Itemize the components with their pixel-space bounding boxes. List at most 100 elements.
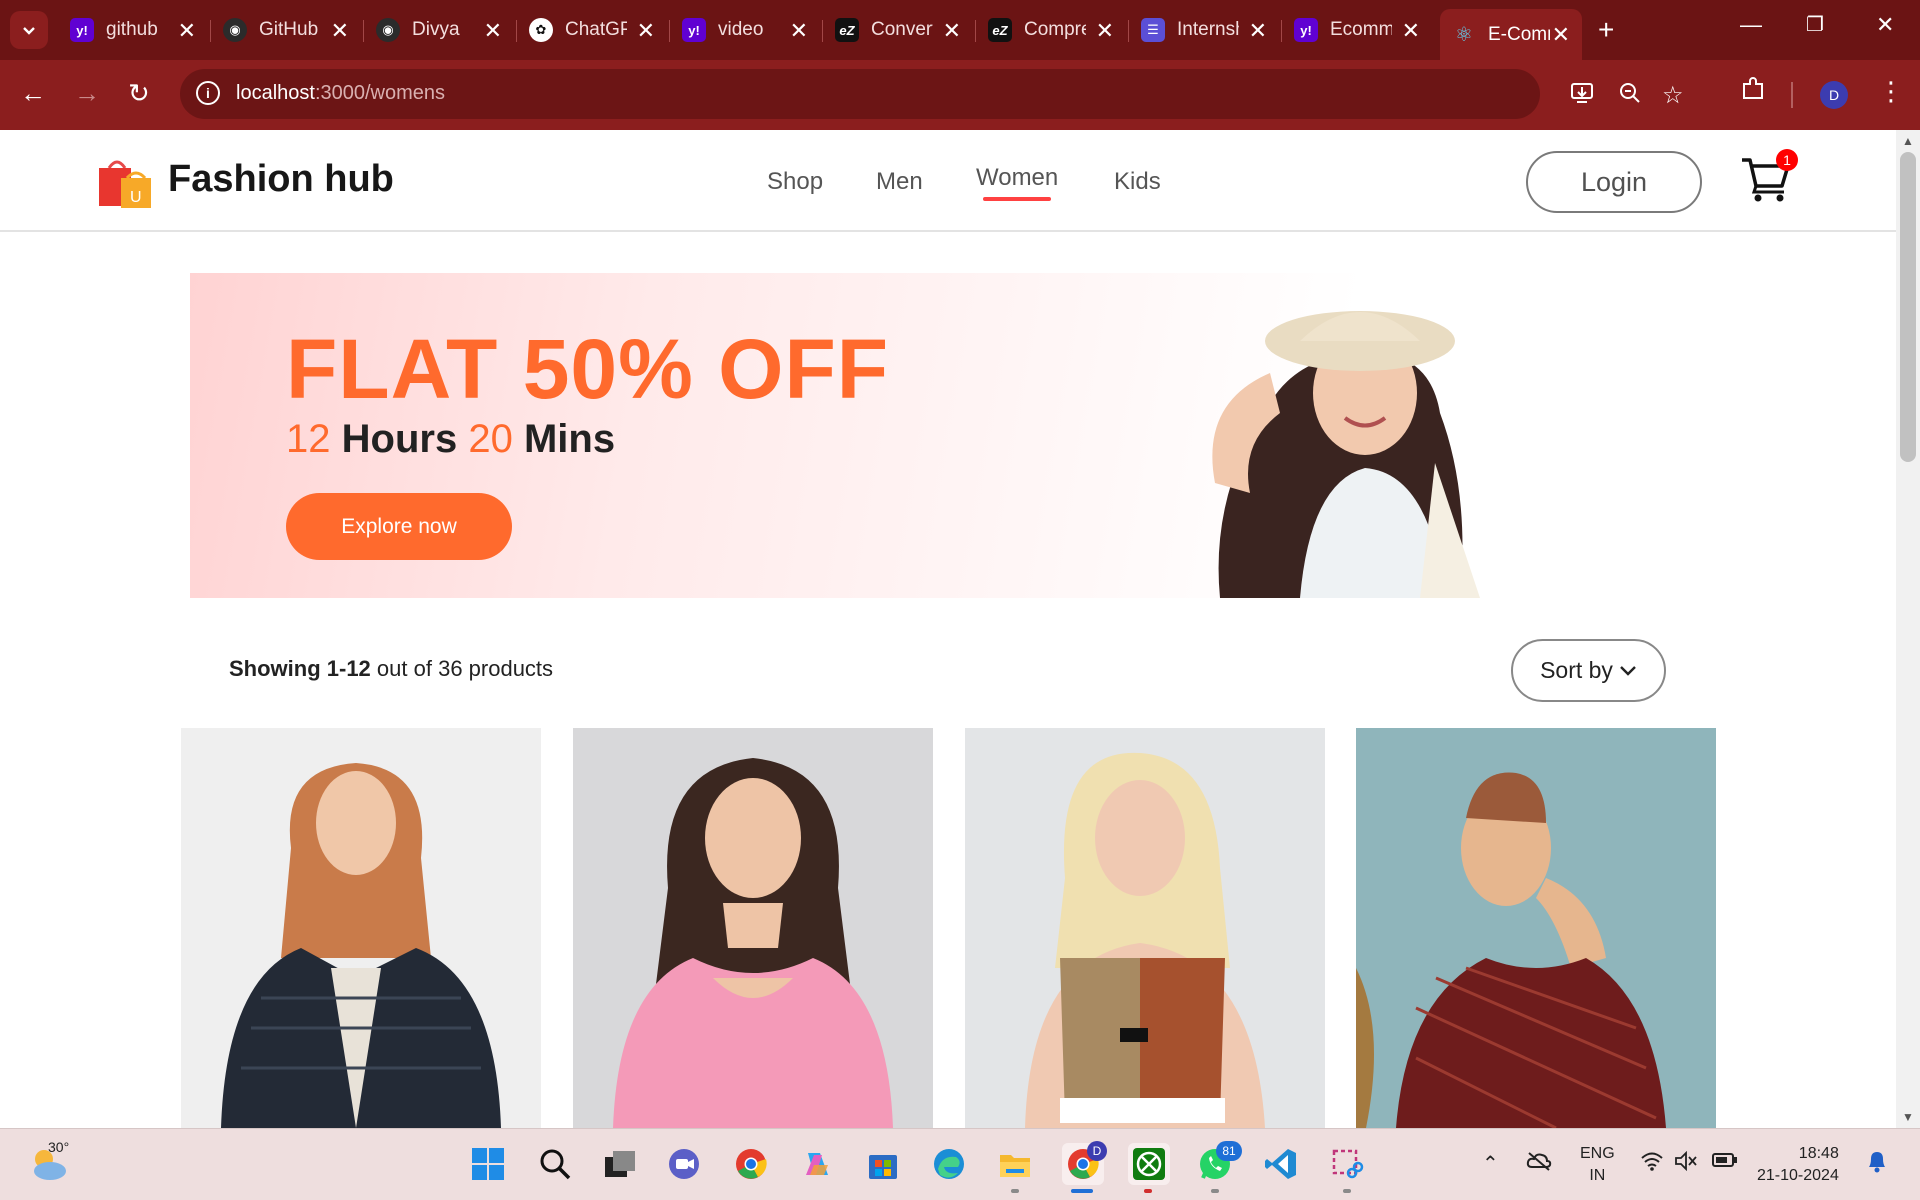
active-indicator [1071,1189,1093,1193]
address-bar[interactable]: i localhost:3000/womens ☆ [180,69,1684,119]
close-tab-icon[interactable]: ✕ [1552,22,1570,48]
back-icon[interactable]: ← [20,78,46,109]
github-icon: ◉ [376,18,400,42]
close-tab-icon[interactable]: ✕ [790,18,808,44]
close-tab-icon[interactable]: ✕ [1402,18,1420,44]
xbox-icon[interactable] [1128,1143,1170,1185]
close-tab-icon[interactable]: ✕ [1249,18,1267,44]
windows-taskbar: 30° D 81 ⌃ ENG IN 18:48 21-10-2024 [0,1128,1920,1200]
notification-count-badge: 81 [1216,1141,1242,1161]
nav-men[interactable]: Men [876,168,923,196]
running-indicator [1011,1189,1019,1193]
sort-by-dropdown[interactable]: Sort by [1511,639,1666,702]
windows-start-icon[interactable] [469,1145,507,1183]
menu-kebab-icon[interactable]: ⋮ [1878,76,1904,107]
product-card-image[interactable] [1356,728,1716,1128]
task-view-icon[interactable] [601,1145,639,1183]
ezgif-icon: eZ [835,18,859,42]
vscode-icon[interactable] [1262,1145,1300,1183]
nav-kids[interactable]: Kids [1114,168,1161,196]
notification-bell-icon[interactable] [1866,1149,1888,1179]
product-card-image[interactable] [573,728,933,1128]
close-tab-icon[interactable]: ✕ [331,18,349,44]
meet-video-icon[interactable] [666,1145,704,1183]
forward-icon[interactable]: → [74,78,100,109]
scroll-up-arrow-icon[interactable]: ▲ [1902,134,1914,148]
explore-now-button[interactable]: Explore now [286,493,512,560]
browser-tab[interactable]: ◉ GitHub ✕ [211,10,364,50]
install-app-icon[interactable] [1570,81,1596,111]
hero-model-image [1212,311,1480,598]
browser-tab-strip: y! github ✕ ◉ GitHub ✕ ◉ Divya ✕ ✿ ChatG… [0,0,1920,60]
product-count-text: Showing 1-12 out of 36 products [229,656,554,681]
ezgif-icon: eZ [988,18,1012,42]
site-header: U Fashion hub Shop Men Women Kids Login … [0,130,1896,232]
onedrive-offline-icon[interactable] [1526,1151,1552,1177]
wifi-icon[interactable] [1640,1151,1664,1177]
battery-icon[interactable] [1712,1151,1738,1175]
running-indicator [1343,1189,1351,1193]
minimize-icon[interactable]: — [1740,12,1762,38]
cart-count-badge: 1 [1776,149,1798,171]
site-logo-text[interactable]: Fashion hub [168,158,394,201]
input-language-indicator[interactable]: ENG IN [1580,1143,1615,1187]
browser-tab[interactable]: y! github ✕ [58,10,211,50]
react-icon: ⚛ [1455,24,1473,46]
bookmark-star-icon[interactable]: ☆ [1662,81,1684,110]
browser-tab[interactable]: ◉ Divya ✕ [364,10,517,50]
browser-tab-active[interactable]: ⚛ E-Commerce ✕ [1440,9,1582,60]
nav-shop[interactable]: Shop [767,168,823,196]
restore-icon[interactable]: ❐ [1806,12,1824,37]
login-button[interactable]: Login [1526,151,1702,213]
close-tab-icon[interactable]: ✕ [943,18,961,44]
snipping-tool-icon[interactable] [1328,1145,1366,1183]
browser-tab[interactable]: eZ Compress ✕ [976,10,1129,50]
browser-tab[interactable]: eZ Convert ✕ [823,10,976,50]
hero-countdown: 12 Hours 20 Mins [286,417,616,461]
url-text[interactable]: localhost:3000/womens [236,82,445,105]
chevron-down-icon [23,27,35,35]
zoom-icon[interactable] [1618,81,1642,111]
volume-muted-icon[interactable] [1674,1150,1698,1177]
tab-search-button[interactable] [10,11,48,49]
nav-women[interactable]: Women [976,164,1058,192]
search-icon[interactable] [536,1145,574,1183]
chatgpt-icon: ✿ [529,18,553,42]
scrollbar-thumb[interactable] [1900,152,1916,462]
close-tab-icon[interactable]: ✕ [178,18,196,44]
chevron-down-icon [1620,665,1636,676]
shopping-bag-logo-icon: U [99,160,151,208]
reload-icon[interactable]: ↻ [128,78,150,109]
file-explorer-icon[interactable] [996,1145,1034,1183]
microsoft-store-icon[interactable] [864,1145,902,1183]
close-window-icon[interactable]: ✕ [1876,12,1894,38]
browser-tab[interactable]: y! video ✕ [670,10,823,50]
copilot-icon[interactable] [798,1145,836,1183]
github-icon: ◉ [223,18,247,42]
profile-avatar[interactable]: D [1820,81,1848,109]
site-info-icon[interactable]: i [196,81,220,105]
scroll-down-arrow-icon[interactable]: ▼ [1902,1110,1914,1124]
close-tab-icon[interactable]: ✕ [637,18,655,44]
product-card-image[interactable] [181,728,541,1128]
product-card-image[interactable] [965,728,1325,1128]
page-content: U Fashion hub Shop Men Women Kids Login … [0,130,1896,1128]
new-tab-button[interactable]: + [1598,14,1614,46]
show-hidden-icons-chevron-icon[interactable]: ⌃ [1482,1151,1499,1176]
chrome-icon[interactable] [732,1145,770,1183]
edge-icon[interactable] [930,1145,968,1183]
yahoo-icon: y! [1294,18,1318,42]
active-nav-underline [983,197,1051,201]
svg-text:U: U [130,189,142,206]
profile-badge: D [1087,1141,1107,1161]
system-clock[interactable]: 18:48 21-10-2024 [1757,1143,1839,1187]
close-tab-icon[interactable]: ✕ [1096,18,1114,44]
browser-tab[interactable]: ✿ ChatGPT ✕ [517,10,670,50]
close-tab-icon[interactable]: ✕ [484,18,502,44]
running-indicator [1144,1189,1152,1193]
extensions-icon[interactable] [1740,76,1766,109]
browser-tab[interactable]: y! Ecommerce ✕ [1282,10,1432,50]
weather-temperature: 30° [48,1139,70,1155]
browser-tab[interactable]: ☰ Internship ✕ [1129,10,1282,50]
list-icon: ☰ [1141,18,1165,42]
